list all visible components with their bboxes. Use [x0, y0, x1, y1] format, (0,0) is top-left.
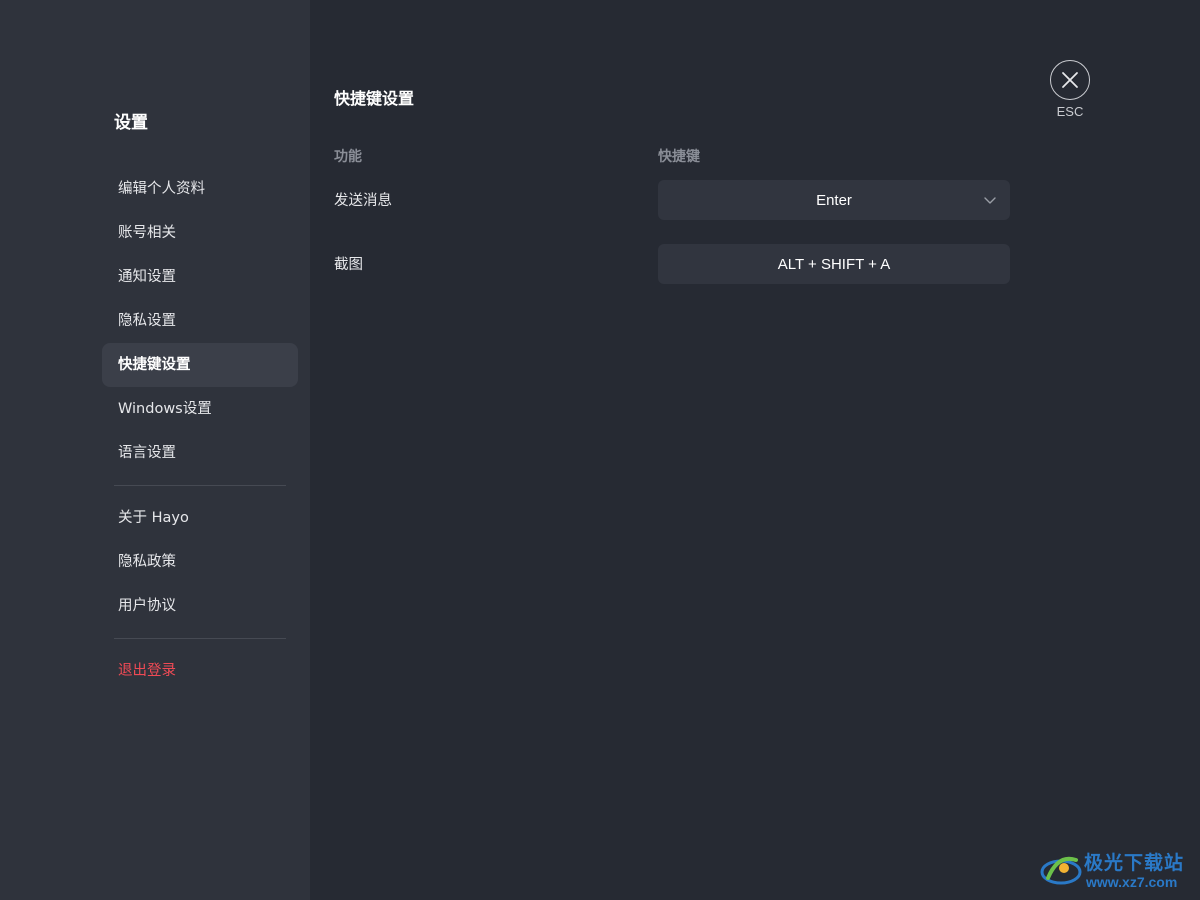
- row-label-send-message: 发送消息: [334, 193, 392, 209]
- logout-button[interactable]: 退出登录: [102, 649, 298, 693]
- settings-window: 设置 编辑个人资料 账号相关 通知设置 隐私设置 快捷键设置 Windows设置…: [0, 0, 1200, 900]
- nav-divider: [114, 638, 286, 639]
- watermark-title: 极光下载站: [1084, 852, 1185, 874]
- sidebar-title: 设置: [114, 113, 148, 133]
- chevron-down-icon: [984, 197, 996, 204]
- nav-item-about[interactable]: 关于 Hayo: [102, 496, 298, 540]
- screenshot-shortcut-value: ALT + SHIFT + A: [777, 255, 891, 273]
- nav-item-account[interactable]: 账号相关: [102, 211, 298, 255]
- send-message-shortcut-select[interactable]: Enter: [658, 180, 1010, 220]
- screenshot-shortcut-field[interactable]: ALT + SHIFT + A: [658, 244, 1010, 284]
- settings-sidebar: 设置 编辑个人资料 账号相关 通知设置 隐私设置 快捷键设置 Windows设置…: [0, 0, 310, 900]
- watermark-logo-icon: [1040, 856, 1082, 885]
- close-button[interactable]: [1050, 60, 1090, 100]
- nav-item-edit-profile[interactable]: 编辑个人资料: [102, 167, 298, 211]
- nav-item-language[interactable]: 语言设置: [102, 431, 298, 475]
- column-header-function: 功能: [334, 149, 362, 165]
- esc-label: ESC: [1056, 104, 1084, 119]
- nav-item-notifications[interactable]: 通知设置: [102, 255, 298, 299]
- nav-item-privacy[interactable]: 隐私设置: [102, 299, 298, 343]
- watermark-url: www.xz7.com: [1086, 874, 1178, 890]
- close-icon: [1062, 72, 1078, 88]
- column-header-shortcut: 快捷键: [658, 149, 700, 165]
- page-title: 快捷键设置: [334, 89, 415, 108]
- nav-item-windows[interactable]: Windows设置: [102, 387, 298, 431]
- close-control: ESC: [1049, 60, 1091, 120]
- nav-item-privacy-policy[interactable]: 隐私政策: [102, 540, 298, 584]
- settings-nav: 编辑个人资料 账号相关 通知设置 隐私设置 快捷键设置 Windows设置 语言…: [102, 167, 298, 693]
- watermark: 极光下载站 www.xz7.com: [1040, 846, 1195, 896]
- row-label-screenshot: 截图: [334, 257, 363, 273]
- nav-item-user-agreement[interactable]: 用户协议: [102, 584, 298, 628]
- nav-item-shortcuts[interactable]: 快捷键设置: [102, 343, 298, 387]
- send-message-shortcut-value: Enter: [816, 191, 852, 209]
- nav-divider: [114, 485, 286, 486]
